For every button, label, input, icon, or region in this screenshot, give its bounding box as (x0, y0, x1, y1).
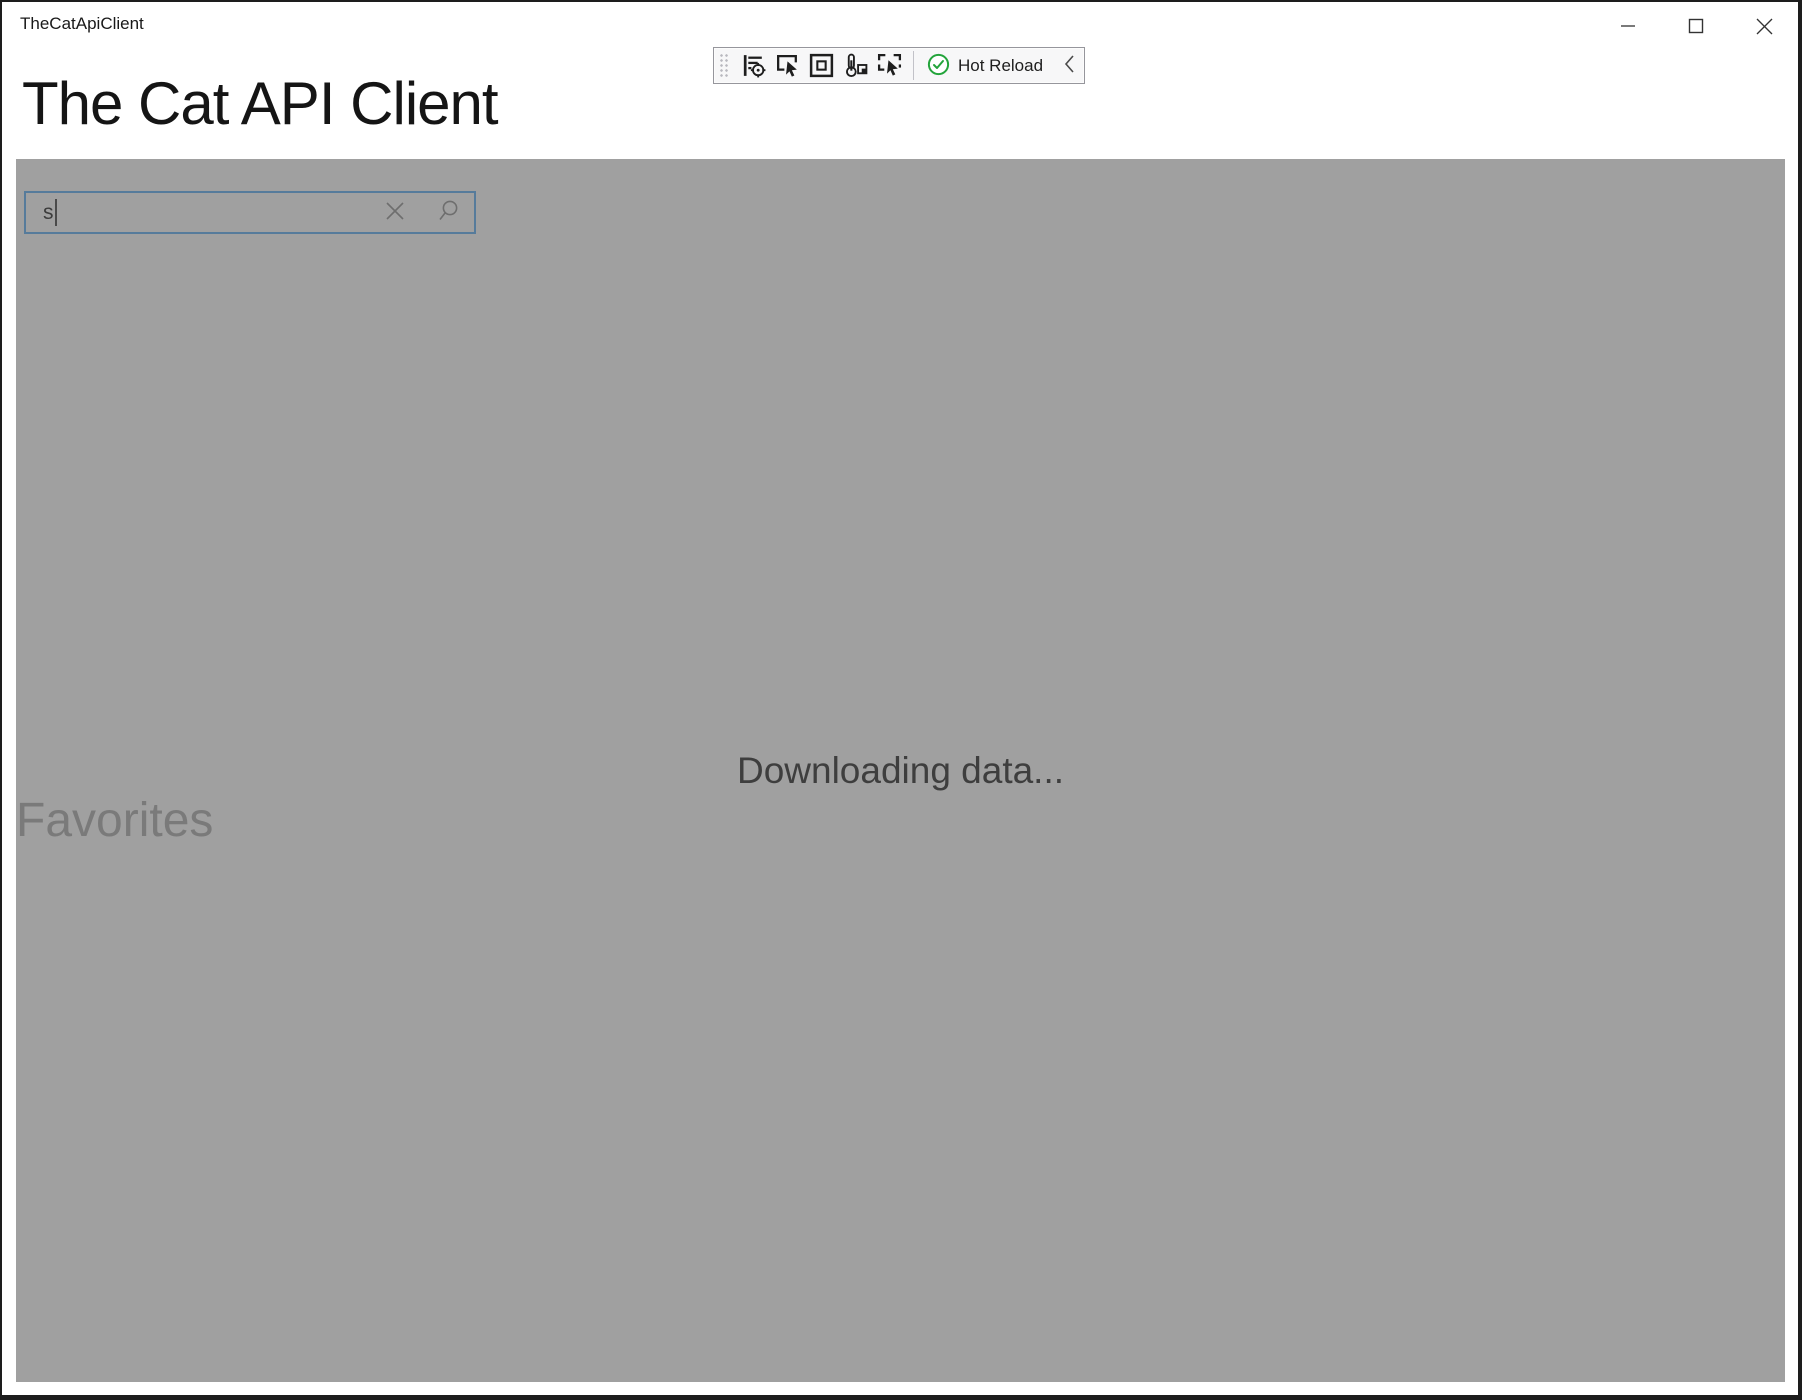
hot-reload-button[interactable]: Hot Reload (921, 50, 1049, 81)
app-window: TheCatApiClient (0, 0, 1802, 1400)
minimize-button[interactable] (1594, 2, 1662, 50)
hot-reload-label: Hot Reload (958, 56, 1043, 76)
enable-selection-icon (774, 52, 801, 79)
live-visual-tree-icon (740, 52, 767, 79)
favorites-heading: Favorites (16, 797, 213, 845)
live-visual-tree-button[interactable] (736, 50, 770, 81)
toolbar-collapse-button[interactable] (1056, 50, 1082, 81)
search-input-value: s (43, 201, 54, 225)
theming-button[interactable] (838, 50, 872, 81)
toolbar-separator (913, 51, 914, 80)
clear-icon (384, 200, 406, 225)
status-message: Downloading data... (16, 750, 1785, 792)
track-focus-button[interactable] (872, 50, 906, 81)
content-overlay: s Downloading data... Favorites (16, 159, 1785, 1382)
magnifier-icon (435, 198, 461, 227)
maximize-button[interactable] (1662, 2, 1730, 50)
theming-icon (842, 52, 869, 79)
layout-adorners-icon (808, 52, 835, 79)
caption-buttons (1594, 2, 1798, 50)
chevron-left-icon (1063, 54, 1075, 77)
toolbar-grip-handle[interactable] (718, 52, 730, 79)
clear-search-button[interactable] (383, 201, 407, 225)
close-icon (1756, 18, 1773, 35)
title-bar: TheCatApiClient (2, 2, 1798, 50)
layout-adorners-button[interactable] (804, 50, 838, 81)
text-caret (55, 199, 57, 226)
debug-toolbar: Hot Reload (713, 47, 1085, 84)
window-title: TheCatApiClient (20, 14, 144, 34)
page-title: The Cat API Client (22, 66, 498, 141)
search-input[interactable]: s (24, 191, 476, 234)
minimize-icon (1620, 18, 1636, 34)
maximize-icon (1688, 18, 1704, 34)
close-button[interactable] (1730, 2, 1798, 50)
track-focus-icon (876, 52, 903, 79)
search-button[interactable] (435, 200, 461, 226)
check-circle-icon (927, 53, 950, 79)
enable-selection-button[interactable] (770, 50, 804, 81)
